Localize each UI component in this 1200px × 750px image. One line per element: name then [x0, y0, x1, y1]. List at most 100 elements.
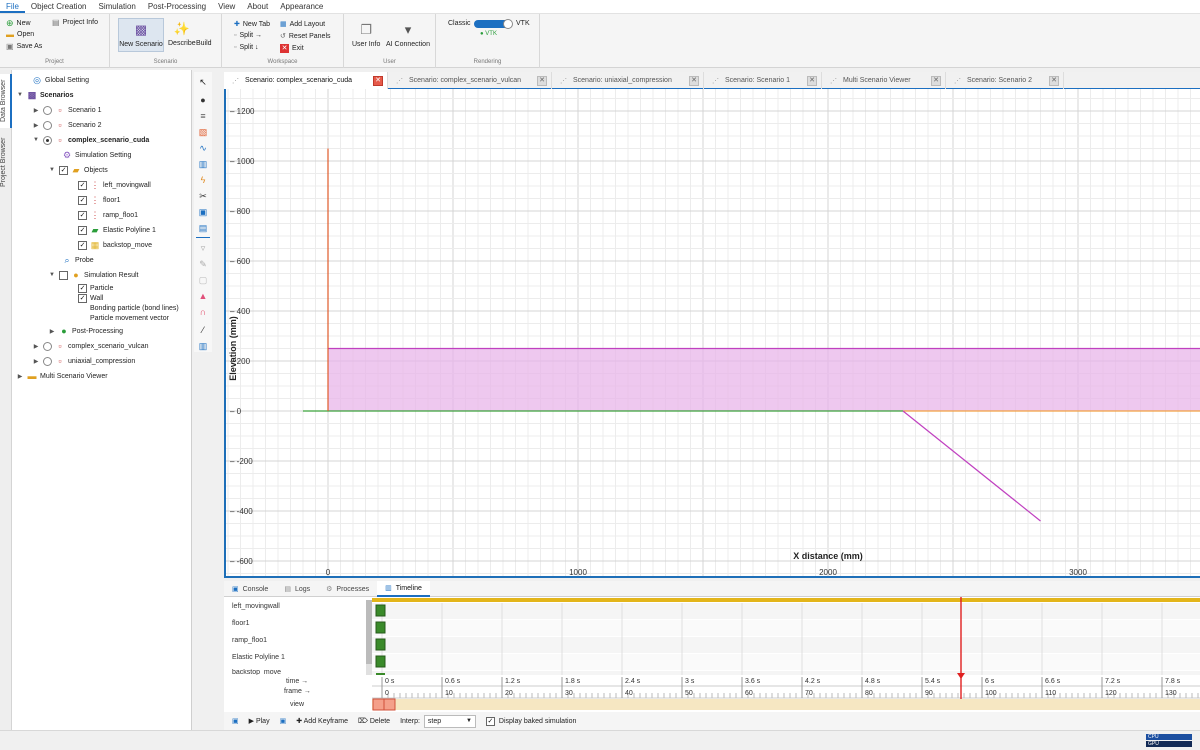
tab-console[interactable]: ▣ Console [224, 581, 276, 597]
chevron-down-icon[interactable]: ▼ [48, 167, 56, 173]
baked-checkbox-row[interactable]: ✓ Display baked simulation [485, 716, 576, 726]
object-checkbox[interactable]: ✓ [78, 210, 87, 220]
tab-processes[interactable]: ⚙ Processes [318, 581, 377, 597]
alert-tool-icon[interactable]: ▲ [197, 290, 209, 302]
keyframe-marker[interactable] [375, 638, 386, 651]
close-icon[interactable]: ✕ [689, 75, 699, 86]
tree-item-post-processing[interactable]: ▶ ● Post-Processing [48, 324, 123, 338]
tab-multi-scenario-viewer[interactable]: ⋰ Multi Scenario Viewer ✕ [822, 72, 946, 89]
tree-item-multi-scenario-viewer[interactable]: ▶ ▬ Multi Scenario Viewer [16, 369, 108, 383]
view-strip[interactable] [372, 699, 1200, 710]
menu-appearance[interactable]: Appearance [274, 0, 329, 13]
scenario-viewport[interactable]: – 1200– 1000– 800– 600– 400– 200– 0– -20… [224, 89, 1200, 578]
tab-timeline[interactable]: ▥ Timeline [377, 581, 430, 597]
region-tool-icon[interactable]: ▤ [197, 222, 209, 234]
film-tool-icon[interactable]: ▥ [197, 158, 209, 170]
menu-about[interactable]: About [241, 0, 274, 13]
tab-scenario-2[interactable]: ⋰ Scenario: Scenario 2 ✕ [946, 72, 1064, 89]
lightning-tool-icon[interactable]: ϟ [197, 174, 209, 186]
object-checkbox[interactable]: ✓ [78, 180, 87, 190]
object-checkbox[interactable]: ✓ [78, 240, 87, 250]
tree-item-complex-scenario-cuda[interactable]: ▼ ▫ complex_scenario_cuda [32, 133, 149, 147]
magnet-tool-icon[interactable]: ∩ [197, 306, 209, 318]
tab-project-browser[interactable]: Project Browser [0, 132, 12, 192]
split-vertical-button[interactable]: ▫ Split ↓ [234, 44, 259, 51]
square-tool-icon[interactable]: ▣ [197, 206, 209, 218]
interp-select[interactable]: step ▼ [423, 714, 476, 728]
project-info-button[interactable]: ▤ Project Info [52, 18, 98, 27]
tree-item-object[interactable]: ✓ ⋮ left_movingwall [78, 178, 151, 192]
tree-item-complex-scenario-vulcan[interactable]: ▶ ▫ complex_scenario_vulcan [32, 339, 149, 353]
ai-connection-button[interactable]: ▾ AI Connection [386, 22, 430, 48]
menu-view[interactable]: View [212, 0, 241, 13]
simulation-result-checkbox[interactable] [59, 270, 68, 280]
chevron-right-icon[interactable]: ▶ [32, 343, 40, 350]
box-tool-icon[interactable]: ▧ [197, 126, 209, 138]
split-horizontal-button[interactable]: ▫ Split → [234, 32, 262, 39]
menu-file[interactable]: File [0, 0, 25, 13]
pointer-tool-icon[interactable]: ↖ [197, 76, 209, 88]
delete-button[interactable]: ⌦ Delete [358, 717, 390, 725]
object-checkbox[interactable]: ✓ [78, 195, 87, 205]
open-button[interactable]: ▬ Open [6, 30, 34, 39]
add-keyframe-button[interactable]: ✚ Add Keyframe [296, 717, 348, 725]
tab-uniaxial-compression[interactable]: ⋰ Scenario: uniaxial_compression ✕ [552, 72, 704, 89]
scenario-1-radio[interactable] [43, 105, 52, 115]
close-icon[interactable]: ✕ [931, 75, 941, 86]
user-info-button[interactable]: ❐ User Info [352, 22, 380, 48]
describe-button[interactable]: ✨ Describe [168, 21, 196, 47]
pin-tool-icon[interactable]: ▿ [197, 242, 209, 254]
pencil-tool-icon[interactable]: ✎ [197, 258, 209, 270]
object-checkbox[interactable]: ✓ [78, 225, 87, 235]
tab-data-browser[interactable]: Data Browser [0, 74, 12, 128]
chevron-right-icon[interactable]: ▶ [32, 107, 40, 114]
new-tab-button[interactable]: ✚ New Tab [234, 20, 270, 29]
book-tool-icon[interactable]: ▥ [197, 340, 209, 352]
uniaxial-radio[interactable] [43, 356, 52, 366]
new-scenario-button[interactable]: ▩ New Scenario [118, 18, 164, 52]
scenario-2-radio[interactable] [43, 120, 52, 130]
tab-complex-scenario-cuda[interactable]: ⋰ Scenario: complex_scenario_cuda ✕ [224, 72, 388, 89]
add-layout-button[interactable]: ▦ Add Layout [280, 20, 325, 29]
lines-tool-icon[interactable]: ≡ [197, 110, 209, 122]
tree-item-global-setting[interactable]: ◎ Global Setting [32, 73, 89, 87]
keyframe-marker[interactable] [375, 604, 386, 617]
keyframe-marker[interactable] [375, 655, 386, 668]
menu-post-processing[interactable]: Post-Processing [142, 0, 212, 13]
baked-checkbox[interactable]: ✓ [485, 716, 495, 726]
close-icon[interactable]: ✕ [807, 75, 817, 86]
objects-checkbox[interactable]: ✓ [59, 165, 68, 175]
menu-object-creation[interactable]: Object Creation [25, 0, 93, 13]
scissors-tool-icon[interactable]: ✂ [197, 190, 209, 202]
first-frame-icon[interactable]: ▣ [232, 717, 239, 725]
chevron-right-icon[interactable]: ▶ [32, 122, 40, 129]
particle-tool-icon[interactable]: ● [197, 94, 209, 106]
tree-item-result-movement[interactable]: Particle movement vector [78, 311, 169, 325]
tree-item-probe[interactable]: ⌕ Probe [62, 253, 93, 267]
timeline-range-bar[interactable] [372, 598, 1200, 602]
build-button[interactable]: Build [196, 40, 212, 47]
chevron-right-icon[interactable]: ▶ [16, 373, 24, 380]
tree-item-object[interactable]: ✓ ⋮ ramp_floo1 [78, 208, 138, 222]
line-tool-icon[interactable]: ⁄ [197, 324, 209, 336]
tree-item-scenario-2[interactable]: ▶ ▫ Scenario 2 [32, 118, 102, 132]
new-button[interactable]: ⊕ New [6, 18, 31, 29]
chevron-right-icon[interactable]: ▶ [48, 328, 56, 335]
tab-complex-scenario-vulcan[interactable]: ⋰ Scenario: complex_scenario_vulcan ✕ [388, 72, 552, 89]
tree-item-simulation-setting[interactable]: ⚙ Simulation Setting [62, 148, 131, 162]
tree-item-object[interactable]: ✓ ⋮ floor1 [78, 193, 121, 207]
tree-item-object[interactable]: ✓ ▦ backstop_move [78, 238, 152, 252]
close-icon[interactable]: ✕ [373, 75, 383, 86]
menu-simulation[interactable]: Simulation [92, 0, 141, 13]
tree-item-object[interactable]: ✓ ▰ Elastic Polyline 1 [78, 223, 156, 237]
tab-logs[interactable]: ▤ Logs [276, 581, 318, 597]
reset-panels-button[interactable]: ↺ Reset Panels [280, 32, 331, 41]
tab-scenario-1[interactable]: ⋰ Scenario: Scenario 1 ✕ [704, 72, 822, 89]
tree-item-uniaxial-compression[interactable]: ▶ ▫ uniaxial_compression [32, 354, 136, 368]
rect-tool-icon[interactable]: ▢ [197, 274, 209, 286]
tree-item-scenario-1[interactable]: ▶ ▫ Scenario 1 [32, 103, 102, 117]
tree-item-scenarios[interactable]: ▼ ▩ Scenarios [16, 88, 73, 102]
save-as-button[interactable]: ▣ Save As [6, 42, 42, 51]
wave-tool-icon[interactable]: ∿ [197, 142, 209, 154]
tree-item-objects[interactable]: ▼ ✓ ▰ Objects [48, 163, 108, 177]
